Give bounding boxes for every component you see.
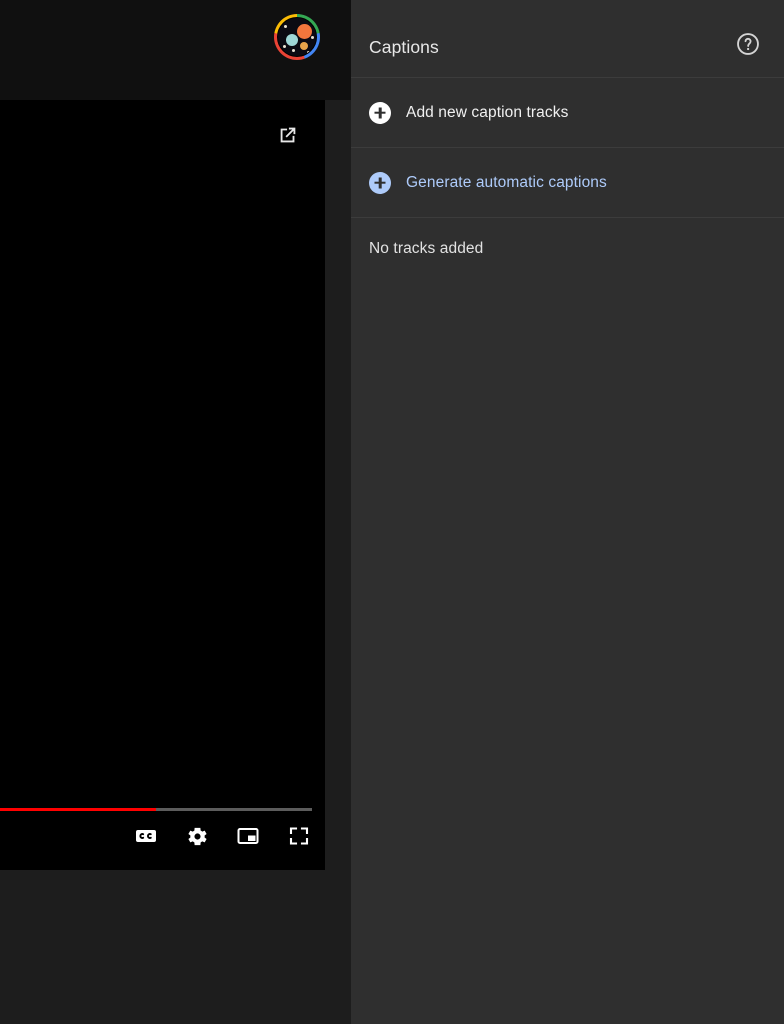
panel-header: Captions	[351, 0, 784, 78]
avatar-speck	[307, 51, 310, 54]
empty-state-message: No tracks added	[351, 218, 784, 258]
avatar[interactable]	[274, 14, 320, 60]
captions-panel: Captions Add new caption tracks Generate…	[351, 0, 784, 1024]
avatar-speck	[311, 36, 314, 39]
video-player[interactable]	[0, 100, 325, 870]
plus-circle-icon	[369, 102, 391, 124]
add-new-caption-tracks-label: Add new caption tracks	[406, 104, 568, 122]
generate-automatic-captions-label: Generate automatic captions	[406, 174, 607, 192]
progress-played	[0, 808, 156, 811]
settings-button[interactable]	[183, 822, 211, 850]
player-controls	[0, 800, 325, 870]
player-control-buttons	[132, 822, 313, 850]
avatar-blob-amber	[300, 42, 308, 50]
page-title: Captions	[369, 21, 439, 57]
avatar-blob-orange	[297, 24, 312, 39]
avatar-speck	[284, 25, 287, 28]
open-in-new-icon[interactable]	[273, 120, 303, 150]
progress-bar[interactable]	[0, 808, 312, 811]
add-new-caption-tracks-row[interactable]: Add new caption tracks	[351, 78, 784, 148]
generate-automatic-captions-row[interactable]: Generate automatic captions	[351, 148, 784, 218]
captions-screen: Captions Add new caption tracks Generate…	[0, 0, 784, 1024]
avatar-speck	[283, 45, 286, 48]
top-bar	[0, 0, 351, 100]
avatar-blob-teal	[286, 34, 298, 46]
help-circle-icon[interactable]	[734, 30, 762, 58]
plus-circle-icon	[369, 172, 391, 194]
avatar-speck	[292, 49, 295, 52]
avatar-image	[277, 17, 317, 57]
fullscreen-button[interactable]	[285, 822, 313, 850]
subtitles-cc-button[interactable]	[132, 822, 160, 850]
video-page-region	[0, 0, 351, 1024]
miniplayer-button[interactable]	[234, 822, 262, 850]
